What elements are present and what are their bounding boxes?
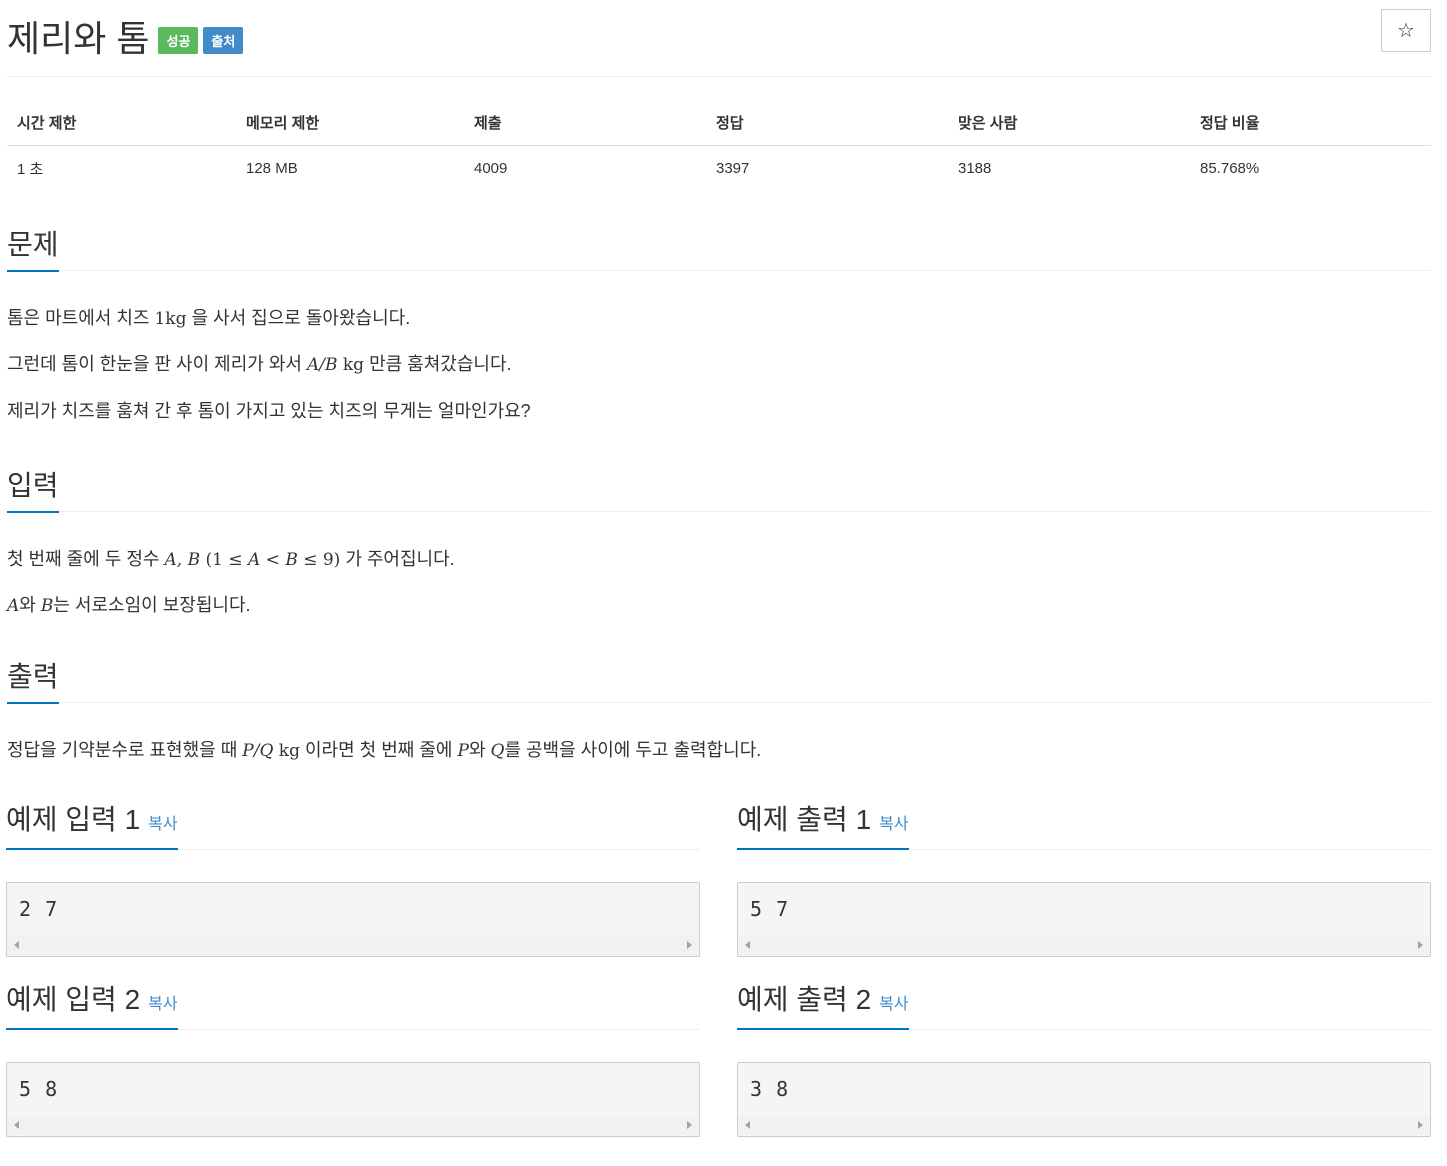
description-paragraph-2: 그런데 톰이 한눈을 판 사이 제리가 와서 A/B kg 만큼 훔쳐갔습니다. <box>7 354 512 376</box>
sample-output-1-heading: 예제 출력 1 복사 <box>737 804 1431 850</box>
input-heading: 입력 <box>7 470 1431 513</box>
copy-sample-output-1-button[interactable]: 복사 <box>879 816 908 833</box>
horizontal-scrollbar[interactable] <box>8 1116 698 1135</box>
problem-page: 제리와 톰 성공 출처 ☆ 시간 제한 메모리 제한 제출 정답 맞은 사람 정… <box>0 0 1447 1166</box>
description-section: 문제 톰은 마트에서 치즈 1kg 을 사서 집으로 돌아왔습니다. 그런데 톰… <box>7 229 1431 424</box>
sample-output-1: 예제 출력 1 복사 5 7 <box>737 804 1431 957</box>
scroll-right-icon[interactable] <box>687 941 692 949</box>
info-header-row: 시간 제한 메모리 제한 제출 정답 맞은 사람 정답 비율 <box>7 100 1431 146</box>
sample-input-1-heading: 예제 입력 1 복사 <box>6 804 700 850</box>
input-paragraph-2: A와 B는 서로소임이 보장됩니다. <box>7 595 251 617</box>
sample-output-1-box[interactable]: 5 7 <box>737 882 1431 957</box>
info-solved-users: 3188 <box>958 160 992 177</box>
description-heading: 문제 <box>7 229 1431 272</box>
sample-input-2-content: 5 8 <box>19 1077 59 1101</box>
info-header-solved-users: 맞은 사람 <box>948 100 1190 146</box>
problem-info-table: 시간 제한 메모리 제한 제출 정답 맞은 사람 정답 비율 1 초 128 M… <box>7 100 1431 191</box>
success-badge[interactable]: 성공 <box>158 26 199 54</box>
sample-output-2: 예제 출력 2 복사 3 8 <box>737 984 1431 1137</box>
scroll-left-icon[interactable] <box>745 941 750 949</box>
scroll-left-icon[interactable] <box>745 1121 750 1129</box>
info-time-limit: 1 초 <box>17 161 44 178</box>
problem-title: 제리와 톰 <box>7 18 150 59</box>
info-accept-ratio: 85.768% <box>1200 160 1260 177</box>
sample-output-2-box[interactable]: 3 8 <box>737 1062 1431 1137</box>
horizontal-scrollbar[interactable] <box>739 936 1429 955</box>
info-header-submissions: 제출 <box>464 100 706 146</box>
sample-output-2-content: 3 8 <box>750 1077 790 1101</box>
info-header-accept-ratio: 정답 비율 <box>1190 100 1431 146</box>
scroll-left-icon[interactable] <box>14 941 19 949</box>
sample-input-2-heading: 예제 입력 2 복사 <box>6 984 700 1030</box>
title-row: 제리와 톰 성공 출처 <box>7 10 244 62</box>
sample-output-2-heading: 예제 출력 2 복사 <box>737 984 1431 1030</box>
copy-sample-input-1-button[interactable]: 복사 <box>148 816 177 833</box>
copy-sample-input-2-button[interactable]: 복사 <box>148 996 177 1013</box>
sample-input-1-content: 2 7 <box>19 897 59 921</box>
scroll-right-icon[interactable] <box>1418 1121 1423 1129</box>
scroll-left-icon[interactable] <box>14 1121 19 1129</box>
description-paragraph-3: 제리가 치즈를 훔쳐 간 후 톰이 가지고 있는 치즈의 무게는 얼마인가요? <box>7 401 531 422</box>
info-submissions[interactable]: 4009 <box>464 146 706 192</box>
output-section: 출력 정답을 기약분수로 표현했을 때 P/Q kg 이라면 첫 번째 줄에 P… <box>7 661 1431 763</box>
output-paragraph-1: 정답을 기약분수로 표현했을 때 P/Q kg 이라면 첫 번째 줄에 P와 Q… <box>7 739 762 761</box>
sample-input-1: 예제 입력 1 복사 2 7 <box>6 804 700 957</box>
star-icon: ☆ <box>1397 20 1415 42</box>
info-header-time-limit: 시간 제한 <box>7 100 236 146</box>
star-button[interactable]: ☆ <box>1381 9 1431 52</box>
info-memory-limit: 128 MB <box>246 160 298 177</box>
sample-input-2: 예제 입력 2 복사 5 8 <box>6 984 700 1137</box>
input-section: 입력 첫 번째 줄에 두 정수 A, B (1 ≤ A < B ≤ 9) 가 주… <box>7 470 1431 619</box>
copy-sample-output-2-button[interactable]: 복사 <box>879 996 908 1013</box>
sample-input-2-box[interactable]: 5 8 <box>6 1062 700 1137</box>
scroll-right-icon[interactable] <box>1418 941 1423 949</box>
output-heading: 출력 <box>7 661 1431 704</box>
title-divider <box>7 76 1431 77</box>
info-accepted: 3397 <box>716 160 750 177</box>
description-paragraph-1: 톰은 마트에서 치즈 1kg 을 사서 집으로 돌아왔습니다. <box>7 307 411 329</box>
scroll-right-icon[interactable] <box>687 1121 692 1129</box>
horizontal-scrollbar[interactable] <box>8 936 698 955</box>
sample-output-1-content: 5 7 <box>750 897 790 921</box>
sample-input-1-box[interactable]: 2 7 <box>6 882 700 957</box>
horizontal-scrollbar[interactable] <box>739 1116 1429 1135</box>
input-paragraph-1: 첫 번째 줄에 두 정수 A, B (1 ≤ A < B ≤ 9) 가 주어집니… <box>7 548 455 570</box>
info-header-memory-limit: 메모리 제한 <box>236 100 464 146</box>
info-value-row: 1 초 128 MB 4009 3397 3188 85.768% <box>7 146 1431 192</box>
source-badge[interactable]: 출처 <box>203 26 244 54</box>
info-header-accepted: 정답 <box>706 100 948 146</box>
